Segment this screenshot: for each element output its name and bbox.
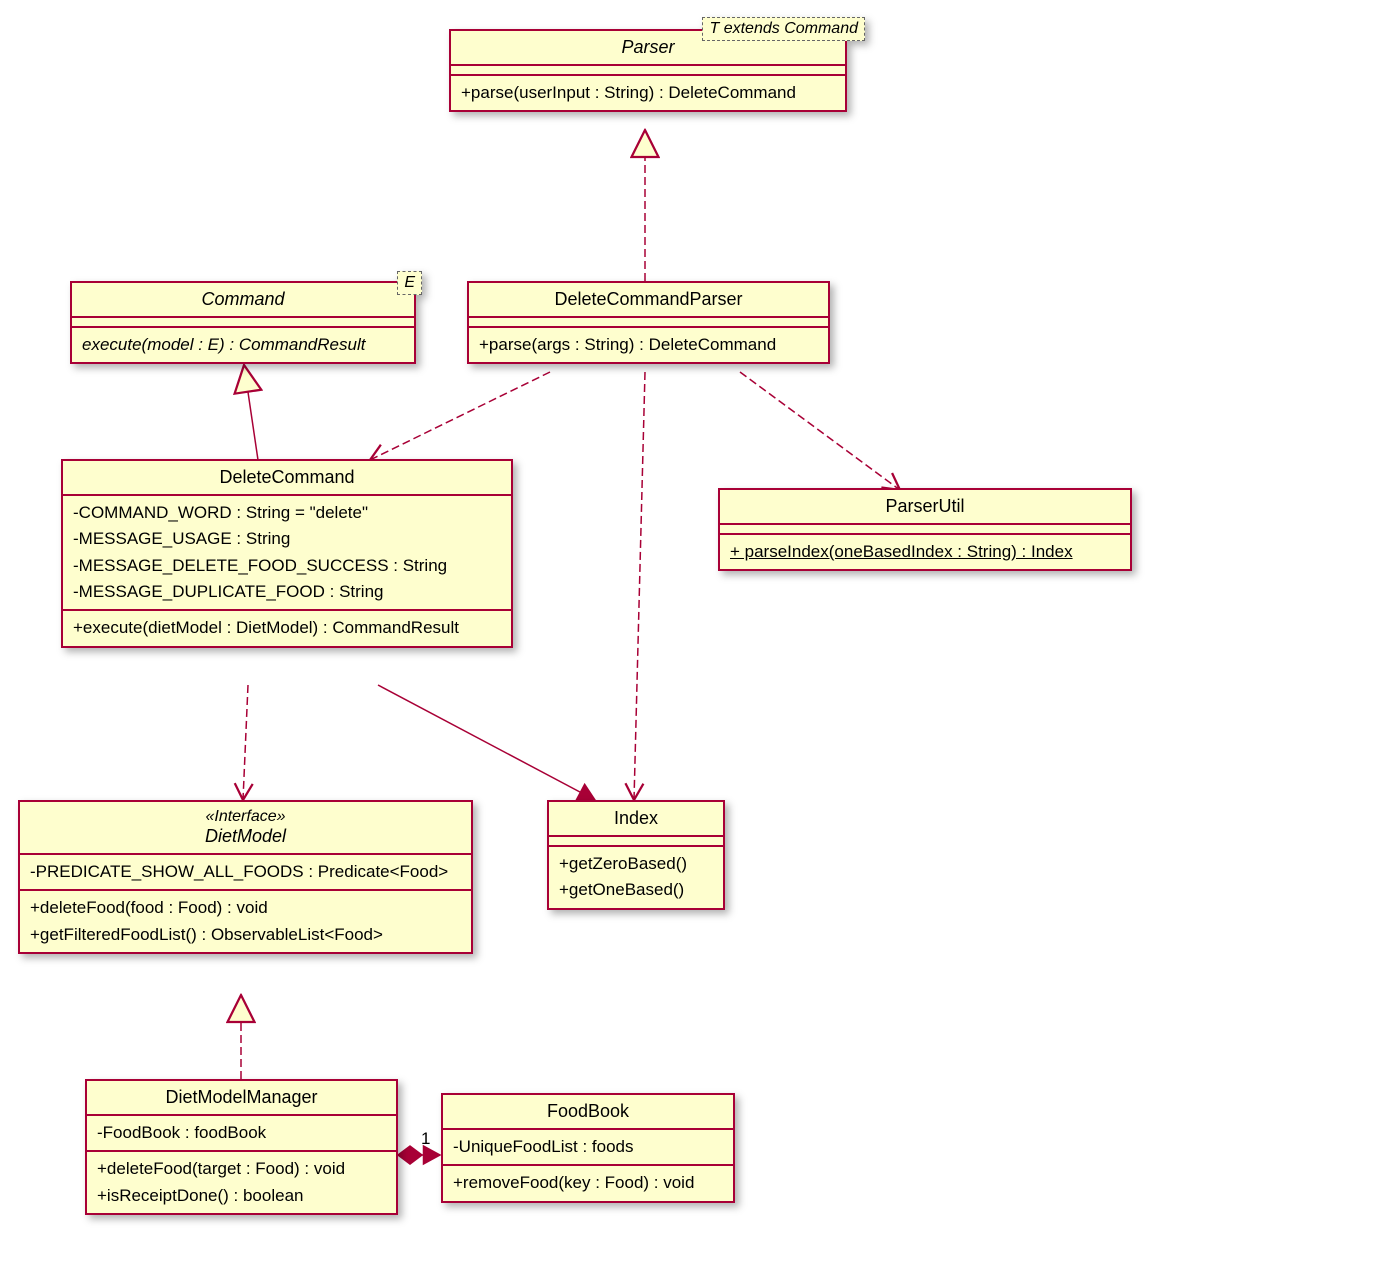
method: +execute(dietModel : DietModel) : Comman… <box>73 615 501 641</box>
method: +parse(userInput : String) : DeleteComma… <box>461 80 835 106</box>
class-title: FoodBook <box>443 1095 733 1130</box>
class-delete-command: DeleteCommand -COMMAND_WORD : String = "… <box>61 459 513 648</box>
class-index: Index +getZeroBased() +getOneBased() <box>547 800 725 910</box>
method: execute(model : E) : CommandResult <box>82 332 404 358</box>
attribute: -UniqueFoodList : foods <box>453 1134 723 1160</box>
method: +isReceiptDone() : boolean <box>97 1183 386 1209</box>
attribute: -FoodBook : foodBook <box>97 1120 386 1146</box>
method: +parse(args : String) : DeleteCommand <box>479 332 818 358</box>
class-title: Command <box>72 283 414 318</box>
attribute: -PREDICATE_SHOW_ALL_FOODS : Predicate<Fo… <box>30 859 461 885</box>
attribute: -MESSAGE_USAGE : String <box>73 526 501 552</box>
method: +getFilteredFoodList() : ObservableList<… <box>30 922 461 948</box>
method: +getOneBased() <box>559 877 713 903</box>
class-title: «Interface» DietModel <box>20 802 471 855</box>
template-param-parser: T extends Command <box>702 17 865 41</box>
class-command: E Command execute(model : E) : CommandRe… <box>70 281 416 364</box>
method: +deleteFood(target : Food) : void <box>97 1156 386 1182</box>
template-param-command: E <box>397 271 422 295</box>
class-title: ParserUtil <box>720 490 1130 525</box>
method: +removeFood(key : Food) : void <box>453 1170 723 1196</box>
class-delete-command-parser: DeleteCommandParser +parse(args : String… <box>467 281 830 364</box>
class-title: DeleteCommand <box>63 461 511 496</box>
class-title: Index <box>549 802 723 837</box>
attribute: -COMMAND_WORD : String = "delete" <box>73 500 501 526</box>
attribute: -MESSAGE_DELETE_FOOD_SUCCESS : String <box>73 553 501 579</box>
multiplicity-label: 1 <box>421 1129 430 1149</box>
class-title: DeleteCommandParser <box>469 283 828 318</box>
method: +getZeroBased() <box>559 851 713 877</box>
class-food-book: FoodBook -UniqueFoodList : foods +remove… <box>441 1093 735 1203</box>
attribute: -MESSAGE_DUPLICATE_FOOD : String <box>73 579 501 605</box>
class-diet-model: «Interface» DietModel -PREDICATE_SHOW_AL… <box>18 800 473 954</box>
class-parser: T extends Command Parser +parse(userInpu… <box>449 29 847 112</box>
class-diet-model-manager: DietModelManager -FoodBook : foodBook +d… <box>85 1079 398 1215</box>
class-title: DietModelManager <box>87 1081 396 1116</box>
class-parser-util: ParserUtil + parseIndex(oneBasedIndex : … <box>718 488 1132 571</box>
method: +deleteFood(food : Food) : void <box>30 895 461 921</box>
method: + parseIndex(oneBasedIndex : String) : I… <box>730 539 1120 565</box>
